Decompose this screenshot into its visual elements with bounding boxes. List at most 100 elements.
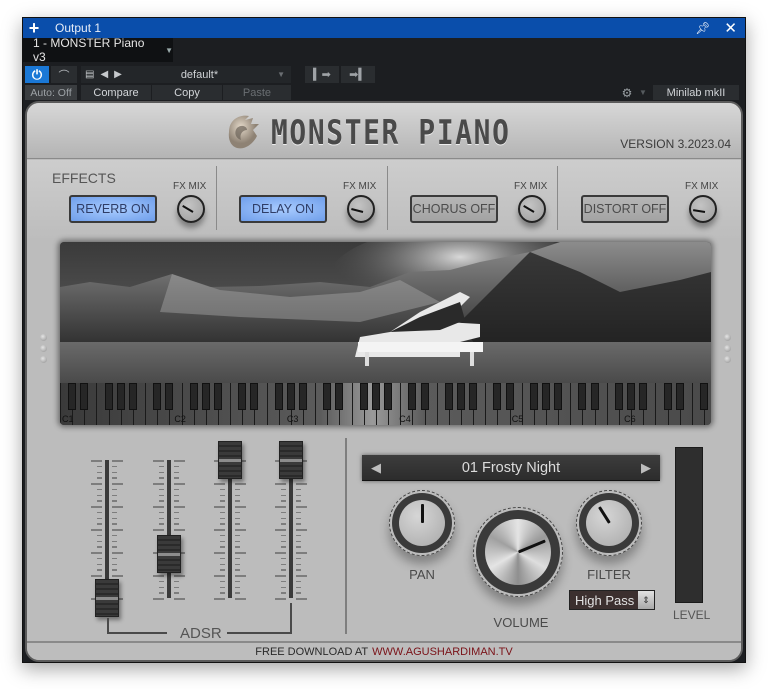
- add-icon[interactable]: +: [23, 19, 45, 37]
- black-key[interactable]: [80, 383, 89, 410]
- black-key[interactable]: [201, 383, 210, 410]
- black-key[interactable]: [104, 383, 113, 410]
- black-key[interactable]: [663, 383, 672, 410]
- black-key[interactable]: [189, 383, 198, 410]
- black-key[interactable]: [590, 383, 599, 410]
- pan-label: PAN: [409, 567, 435, 582]
- black-key[interactable]: [68, 383, 77, 410]
- compare-button[interactable]: Compare: [81, 85, 151, 100]
- black-key[interactable]: [384, 383, 393, 410]
- black-key[interactable]: [359, 383, 368, 410]
- black-key[interactable]: [408, 383, 417, 410]
- controller-device-button[interactable]: Minilab mkII: [653, 85, 739, 100]
- knob-pointer: [597, 506, 611, 524]
- distort-mix-knob[interactable]: [689, 195, 717, 223]
- fader-tick: [174, 494, 179, 496]
- preset-dropdown[interactable]: default*: [128, 69, 271, 81]
- black-key[interactable]: [371, 383, 380, 410]
- delay-toggle-button[interactable]: DELAY ON: [239, 195, 327, 223]
- reverb-toggle-button[interactable]: REVERB ON: [69, 195, 157, 223]
- black-key[interactable]: [116, 383, 125, 410]
- fader-track[interactable]: [228, 460, 232, 598]
- black-key[interactable]: [554, 383, 563, 410]
- attack-fader-handle[interactable]: [95, 579, 119, 617]
- sidechain-out-button[interactable]: ➡▍: [341, 66, 375, 83]
- grip-dot: [40, 345, 47, 352]
- distort-toggle-button[interactable]: DISTORT OFF: [581, 195, 669, 223]
- preset-list-icon[interactable]: ▤: [85, 69, 94, 80]
- filter-type-select[interactable]: High Pass ⇕: [569, 590, 655, 610]
- sustain-fader-handle[interactable]: [218, 441, 242, 479]
- black-key[interactable]: [299, 383, 307, 410]
- fader-tick: [97, 534, 102, 537]
- black-key[interactable]: [493, 383, 502, 410]
- black-key[interactable]: [456, 383, 465, 410]
- black-key[interactable]: [699, 383, 708, 410]
- chorus-mix-knob[interactable]: [518, 195, 546, 223]
- black-key[interactable]: [614, 383, 623, 410]
- next-preset-icon[interactable]: ▶: [114, 69, 122, 80]
- black-key[interactable]: [323, 383, 332, 410]
- white-key-divider: [485, 383, 487, 425]
- black-key[interactable]: [420, 383, 429, 410]
- fader-tick: [153, 483, 164, 485]
- filter-knob[interactable]: [576, 490, 642, 556]
- settings-dropdown[interactable]: ▼: [637, 85, 649, 100]
- prev-preset-icon[interactable]: ◀: [100, 69, 108, 80]
- auto-off-button[interactable]: Auto: Off: [25, 85, 77, 100]
- preset-name[interactable]: 01 Frosty Night: [390, 460, 632, 476]
- chorus-toggle-button[interactable]: CHORUS OFF: [410, 195, 498, 223]
- pan-knob[interactable]: [389, 490, 455, 556]
- settings-button[interactable]: ⚙: [619, 85, 635, 100]
- fader-tick: [220, 546, 225, 548]
- host-toolbar: ⏻ ⌒ Auto: Off ▤ ◀ ▶ default* ▼ Compare C…: [23, 64, 745, 100]
- volume-knob[interactable]: [473, 507, 563, 597]
- sidechain-in-button[interactable]: ▍➡: [305, 66, 339, 83]
- black-key[interactable]: [128, 383, 137, 410]
- black-key[interactable]: [238, 383, 247, 410]
- black-key[interactable]: [542, 383, 550, 410]
- chevron-down-icon[interactable]: ▼: [277, 70, 285, 79]
- black-key[interactable]: [153, 383, 162, 410]
- plugin-selector[interactable]: 1 - MONSTER Piano v3 ▼: [23, 36, 173, 64]
- black-key[interactable]: [529, 383, 538, 410]
- pin-icon[interactable]: 📌︎: [695, 21, 710, 35]
- copy-button[interactable]: Copy: [152, 85, 222, 100]
- black-key[interactable]: [675, 383, 684, 410]
- black-key[interactable]: [627, 383, 636, 410]
- prev-preset-button[interactable]: ◀: [362, 460, 390, 476]
- fader-track[interactable]: [289, 460, 293, 598]
- close-icon[interactable]: ✕: [724, 21, 737, 36]
- fader-track[interactable]: [167, 460, 171, 598]
- fader-tick: [281, 580, 286, 583]
- black-key[interactable]: [444, 383, 453, 410]
- black-key[interactable]: [469, 383, 478, 410]
- paste-button[interactable]: Paste: [223, 85, 291, 100]
- white-key-divider: [691, 383, 693, 425]
- black-key[interactable]: [274, 383, 283, 410]
- automation-button[interactable]: ⌒: [51, 66, 77, 83]
- power-button[interactable]: ⏻: [25, 66, 49, 83]
- release-fader-handle[interactable]: [279, 441, 303, 479]
- fader-tick: [296, 557, 301, 560]
- website-link[interactable]: WWW.AGUSHARDIMAN.TV: [372, 646, 513, 658]
- black-key[interactable]: [250, 383, 259, 410]
- black-key[interactable]: [639, 383, 648, 410]
- delay-mix-knob[interactable]: [347, 195, 375, 223]
- black-key[interactable]: [213, 383, 222, 410]
- white-key-divider: [436, 383, 438, 425]
- next-preset-button[interactable]: ▶: [632, 460, 660, 476]
- black-key[interactable]: [286, 383, 295, 410]
- fader-tick: [159, 517, 164, 519]
- grip-dot: [724, 345, 731, 352]
- fader-tick: [275, 552, 286, 554]
- black-key[interactable]: [165, 383, 174, 410]
- fader-track[interactable]: [105, 460, 109, 598]
- black-key[interactable]: [505, 383, 514, 410]
- reverb-mix-knob[interactable]: [177, 195, 205, 223]
- black-key[interactable]: [335, 383, 344, 410]
- black-key[interactable]: [578, 383, 587, 410]
- piano-keyboard[interactable]: C1 C2 C3 C4 C5 C6: [60, 383, 711, 425]
- divider: [216, 166, 217, 230]
- decay-fader-handle[interactable]: [157, 534, 181, 573]
